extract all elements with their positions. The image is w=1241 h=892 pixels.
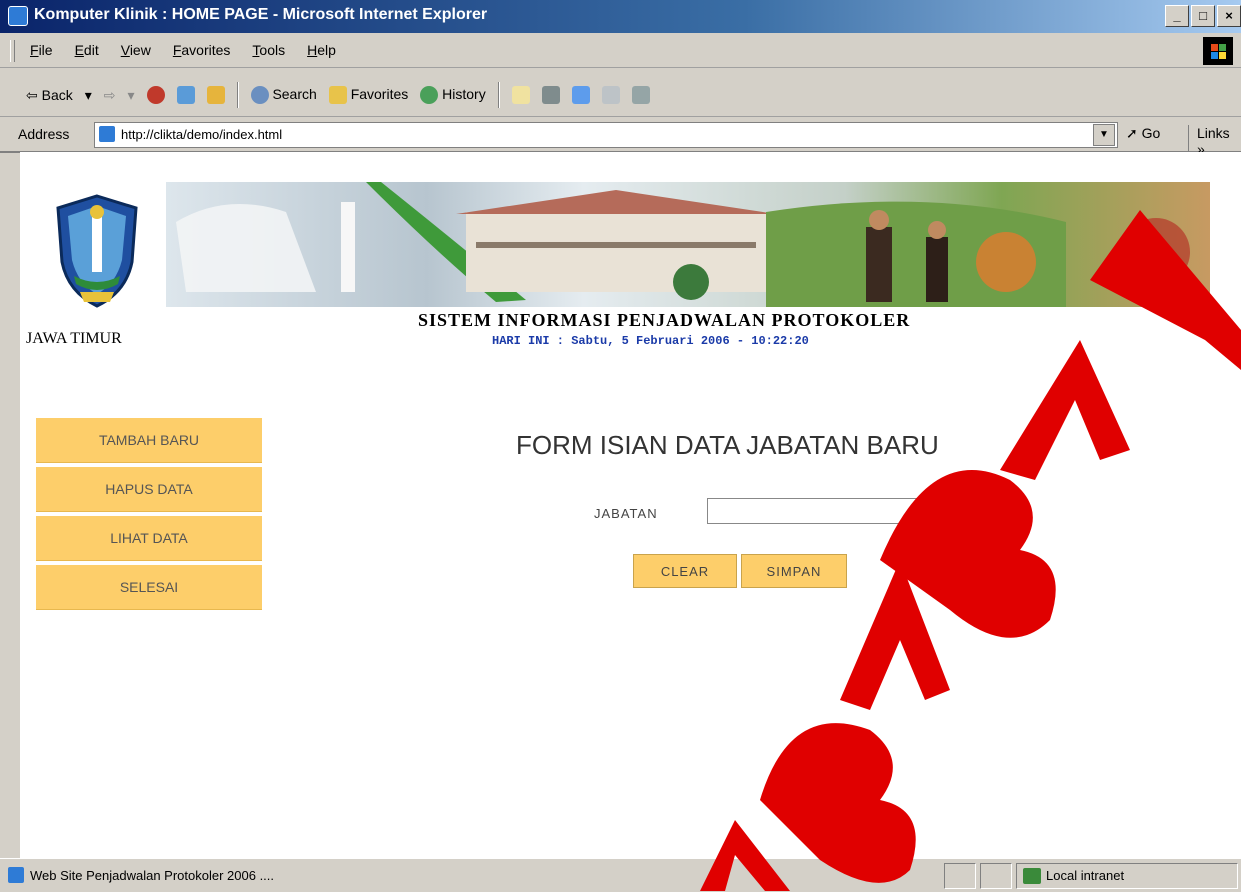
status-bar: Web Site Penjadwalan Protokoler 2006 ...… bbox=[0, 858, 1241, 892]
forward-button[interactable]: ⇨ bbox=[104, 87, 116, 104]
refresh-icon[interactable] bbox=[176, 86, 195, 104]
menu-edit[interactable]: Edit bbox=[75, 42, 99, 58]
jabatan-label: JABATAN bbox=[594, 506, 658, 521]
links-label: Links bbox=[1197, 125, 1230, 141]
forward-dropdown-icon[interactable]: ▾ bbox=[128, 87, 135, 104]
print-icon[interactable] bbox=[541, 86, 560, 104]
page-status-icon bbox=[8, 867, 24, 883]
toolbar-grip[interactable] bbox=[10, 40, 15, 62]
favorites-icon bbox=[328, 86, 347, 105]
menu-help[interactable]: Help bbox=[307, 42, 336, 58]
system-title: SISTEM INFORMASI PENJADWALAN PROTOKOLER bbox=[418, 310, 911, 330]
stop-icon[interactable] bbox=[146, 86, 165, 104]
address-bar: Address http://clikta/demo/index.html ▼ … bbox=[0, 117, 1241, 157]
status-text: Web Site Penjadwalan Protokoler 2006 ...… bbox=[30, 868, 275, 883]
menu-favorites[interactable]: Favorites bbox=[173, 42, 231, 58]
current-date: HARI INI : Sabtu, 5 Februari 2006 - 10:2… bbox=[492, 334, 809, 348]
header-banner-image bbox=[166, 182, 1210, 307]
page-icon bbox=[99, 126, 115, 142]
jawa-timur-emblem-icon bbox=[56, 194, 138, 308]
address-dropdown-icon[interactable]: ▼ bbox=[1093, 124, 1115, 146]
messenger-icon[interactable] bbox=[631, 86, 650, 104]
sidebar-item-tambah-baru[interactable]: TAMBAH BARU bbox=[36, 418, 262, 463]
history-label: History bbox=[442, 85, 486, 102]
go-label: Go bbox=[1141, 125, 1161, 141]
jabatan-input[interactable] bbox=[707, 498, 943, 524]
browser-window: Komputer Klinik : HOME PAGE - Microsoft … bbox=[0, 0, 1241, 892]
history-button[interactable]: History bbox=[420, 85, 486, 105]
sidebar-item-hapus-data[interactable]: HAPUS DATA bbox=[36, 467, 262, 512]
search-icon bbox=[250, 86, 269, 105]
discuss-icon[interactable] bbox=[601, 86, 620, 104]
menu-tools[interactable]: Tools bbox=[252, 42, 285, 58]
favorites-button[interactable]: Favorites bbox=[328, 85, 409, 105]
menu-bar: File Edit View Favorites Tools Help bbox=[0, 33, 1241, 68]
intranet-zone-icon bbox=[1023, 868, 1041, 884]
address-input[interactable]: http://clikta/demo/index.html bbox=[94, 122, 1118, 148]
status-pane bbox=[980, 863, 1012, 889]
page-content: JAWA TIMUR SISTEM INFORMASI PENJADWALAN … bbox=[20, 152, 1241, 858]
maximize-button[interactable]: □ bbox=[1191, 5, 1215, 27]
windows-logo-icon bbox=[1203, 37, 1233, 65]
toolbar-separator bbox=[497, 82, 500, 108]
clear-button[interactable]: CLEAR bbox=[633, 554, 737, 588]
close-button[interactable]: × bbox=[1217, 5, 1241, 27]
mail-icon[interactable] bbox=[511, 86, 530, 104]
window-title: Komputer Klinik : HOME PAGE - Microsoft … bbox=[34, 6, 488, 23]
go-button[interactable]: ➚ Go bbox=[1126, 125, 1160, 142]
search-label: Search bbox=[272, 85, 317, 102]
favorites-label: Favorites bbox=[350, 85, 409, 102]
back-dropdown-icon[interactable]: ▾ bbox=[85, 87, 92, 104]
sidebar-item-selesai[interactable]: SELESAI bbox=[36, 565, 262, 610]
ie-icon bbox=[8, 6, 28, 26]
simpan-button[interactable]: SIMPAN bbox=[741, 554, 847, 588]
title-bar: Komputer Klinik : HOME PAGE - Microsoft … bbox=[0, 0, 1241, 33]
home-icon[interactable] bbox=[206, 86, 225, 104]
edit-icon[interactable] bbox=[571, 86, 590, 104]
back-button[interactable]: ⇦ Back bbox=[26, 87, 73, 104]
search-button[interactable]: Search bbox=[250, 85, 317, 105]
security-zone-label: Local intranet bbox=[1046, 868, 1125, 883]
required-marker: * bbox=[947, 502, 953, 518]
logo-caption: JAWA TIMUR bbox=[26, 330, 122, 347]
toolbar-separator bbox=[236, 82, 239, 108]
sidebar-menu: TAMBAH BARU HAPUS DATA LIHAT DATA SELESA… bbox=[36, 418, 262, 614]
address-url[interactable]: http://clikta/demo/index.html bbox=[121, 127, 282, 142]
address-label: Address bbox=[18, 126, 70, 142]
minimize-button[interactable]: _ bbox=[1165, 5, 1189, 27]
status-pane bbox=[944, 863, 976, 889]
menu-view[interactable]: View bbox=[121, 42, 151, 58]
form-title: FORM ISIAN DATA JABATAN BARU bbox=[516, 430, 939, 460]
menu-file[interactable]: File bbox=[30, 42, 53, 58]
standard-toolbar: ⇦ Back ▾ ⇨ ▾ Search Favorites History bbox=[0, 68, 1241, 117]
history-icon bbox=[420, 86, 439, 105]
sidebar-item-lihat-data[interactable]: LIHAT DATA bbox=[36, 516, 262, 561]
